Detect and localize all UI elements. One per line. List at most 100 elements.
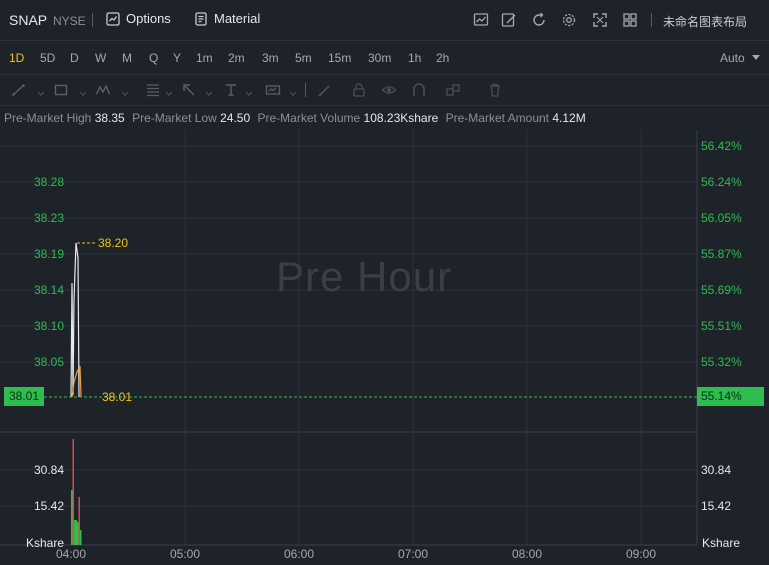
price-chart[interactable]: 38.28 38.23 38.19 38.14 38.10 38.05 56.4… (0, 130, 769, 565)
watermark: Pre Hour (276, 253, 453, 300)
line-tool[interactable] (10, 81, 28, 99)
pattern-tool[interactable] (94, 81, 112, 99)
timeframe-30m[interactable]: 30m (368, 51, 391, 65)
premarket-low-value: 24.50 (220, 111, 251, 125)
material-button[interactable]: Material (194, 11, 260, 26)
rectangle-tool[interactable] (52, 81, 70, 99)
timeframe-5d[interactable]: 5D (40, 51, 55, 65)
price-line (70, 242, 82, 398)
price-tick: 38.14 (34, 283, 64, 297)
symbol-ticker[interactable]: SNAP (9, 12, 47, 28)
fibonacci-icon (147, 84, 159, 97)
last-percent-badge: 55.14% (697, 387, 764, 406)
fullscreen-icon (593, 13, 607, 27)
timeframe-d[interactable]: D (70, 51, 79, 65)
percent-tick: 56.42% (701, 139, 742, 153)
percent-tick: 56.05% (701, 211, 742, 225)
time-tick: 04:00 (56, 547, 86, 561)
visibility-tool[interactable] (380, 81, 398, 99)
timeframe-5m[interactable]: 5m (295, 51, 312, 65)
brush-tool[interactable] (316, 81, 334, 99)
options-button[interactable]: Options (106, 11, 171, 26)
options-label: Options (126, 11, 171, 26)
divider (305, 83, 306, 97)
chevron-down-icon (205, 91, 213, 96)
percent-tick: 55.69% (701, 283, 742, 297)
premarket-volume-label: Pre-Market Volume (257, 111, 361, 125)
rectangle-icon (54, 84, 68, 96)
pattern-icon (95, 84, 111, 95)
arrow-tool[interactable] (180, 81, 198, 99)
layout-name[interactable]: 未命名图表布局 (663, 13, 747, 30)
volume-tick-right: 30.84 (701, 463, 731, 477)
timeframe-2h[interactable]: 2h (436, 51, 449, 65)
last-price-badge: 38.01 (4, 387, 44, 406)
edit-button[interactable] (500, 11, 518, 29)
text-tool[interactable] (222, 81, 240, 99)
divider (651, 13, 652, 27)
top-toolbar: SNAP NYSE Options Material 未命名图表布局 (0, 0, 769, 40)
link-tool[interactable] (444, 81, 462, 99)
magnet-icon (413, 83, 425, 96)
timeframe-q[interactable]: Q (149, 51, 158, 65)
price-tick: 38.05 (34, 355, 64, 369)
chart-type-button[interactable] (472, 11, 490, 29)
premarket-amount-value: 4.12M (552, 111, 586, 125)
timeframe-15m[interactable]: 15m (328, 51, 351, 65)
volume-bars (71, 439, 82, 545)
measure-tool-menu[interactable] (284, 81, 302, 99)
time-axis: 04:00 05:00 06:00 07:00 08:00 09:00 (56, 547, 656, 561)
timeframe-3m[interactable]: 3m (262, 51, 279, 65)
rectangle-tool-menu[interactable] (74, 81, 92, 99)
magnet-tool[interactable] (410, 81, 428, 99)
timeframe-y[interactable]: Y (173, 51, 181, 65)
material-label: Material (214, 11, 261, 26)
chevron-down-icon[interactable] (752, 55, 760, 60)
premarket-low-label: Pre-Market Low (132, 111, 217, 125)
price-tick: 38.28 (34, 175, 64, 189)
gear-icon (562, 13, 576, 27)
measure-tool[interactable] (264, 81, 282, 99)
time-tick: 08:00 (512, 547, 542, 561)
chevron-down-icon (165, 91, 173, 96)
percent-tick: 55.51% (701, 319, 742, 333)
chevron-down-icon (289, 91, 297, 96)
pattern-tool-menu[interactable] (116, 81, 134, 99)
trend-line-icon (12, 84, 25, 96)
eye-icon (381, 86, 397, 94)
timeframe-bar: 1D 5D D W M Q Y 1m 2m 3m 5m 15m 30m 1h 2… (0, 40, 769, 75)
percent-tick: 56.24% (701, 175, 742, 189)
timeframe-2m[interactable]: 2m (228, 51, 245, 65)
premarket-amount-label: Pre-Market Amount (445, 111, 549, 125)
fullscreen-button[interactable] (591, 11, 609, 29)
refresh-button[interactable] (530, 11, 548, 29)
arrow-tool-menu[interactable] (200, 81, 218, 99)
exchange-label: NYSE (53, 14, 86, 28)
lock-icon (353, 83, 365, 97)
layout-grid-button[interactable] (621, 11, 639, 29)
timeframe-1m[interactable]: 1m (196, 51, 213, 65)
time-tick: 06:00 (284, 547, 314, 561)
options-icon (106, 11, 120, 26)
timeframe-1h[interactable]: 1h (408, 51, 421, 65)
price-tick: 38.23 (34, 211, 64, 225)
premarket-high-value: 38.35 (94, 111, 125, 125)
timeframe-1d[interactable]: 1D (9, 51, 24, 65)
text-tool-menu[interactable] (240, 81, 258, 99)
settings-button[interactable] (560, 11, 578, 29)
measure-icon (265, 85, 281, 95)
timeframe-w[interactable]: W (95, 51, 106, 65)
premarket-info: Pre-Market High 38.35 Pre-Market Low 24.… (4, 111, 590, 125)
delete-tool[interactable] (486, 81, 504, 99)
chevron-down-icon (79, 91, 87, 96)
grid-icon (623, 13, 637, 27)
line-tool-menu[interactable] (32, 81, 50, 99)
timeframe-m[interactable]: M (122, 51, 132, 65)
premarket-volume-value: 108.23Kshare (363, 111, 439, 125)
document-icon (195, 11, 207, 26)
auto-select[interactable]: Auto (720, 51, 745, 65)
fibonacci-tool-menu[interactable] (160, 81, 178, 99)
time-tick: 05:00 (170, 547, 200, 561)
lock-tool[interactable] (350, 81, 368, 99)
divider (92, 13, 93, 27)
